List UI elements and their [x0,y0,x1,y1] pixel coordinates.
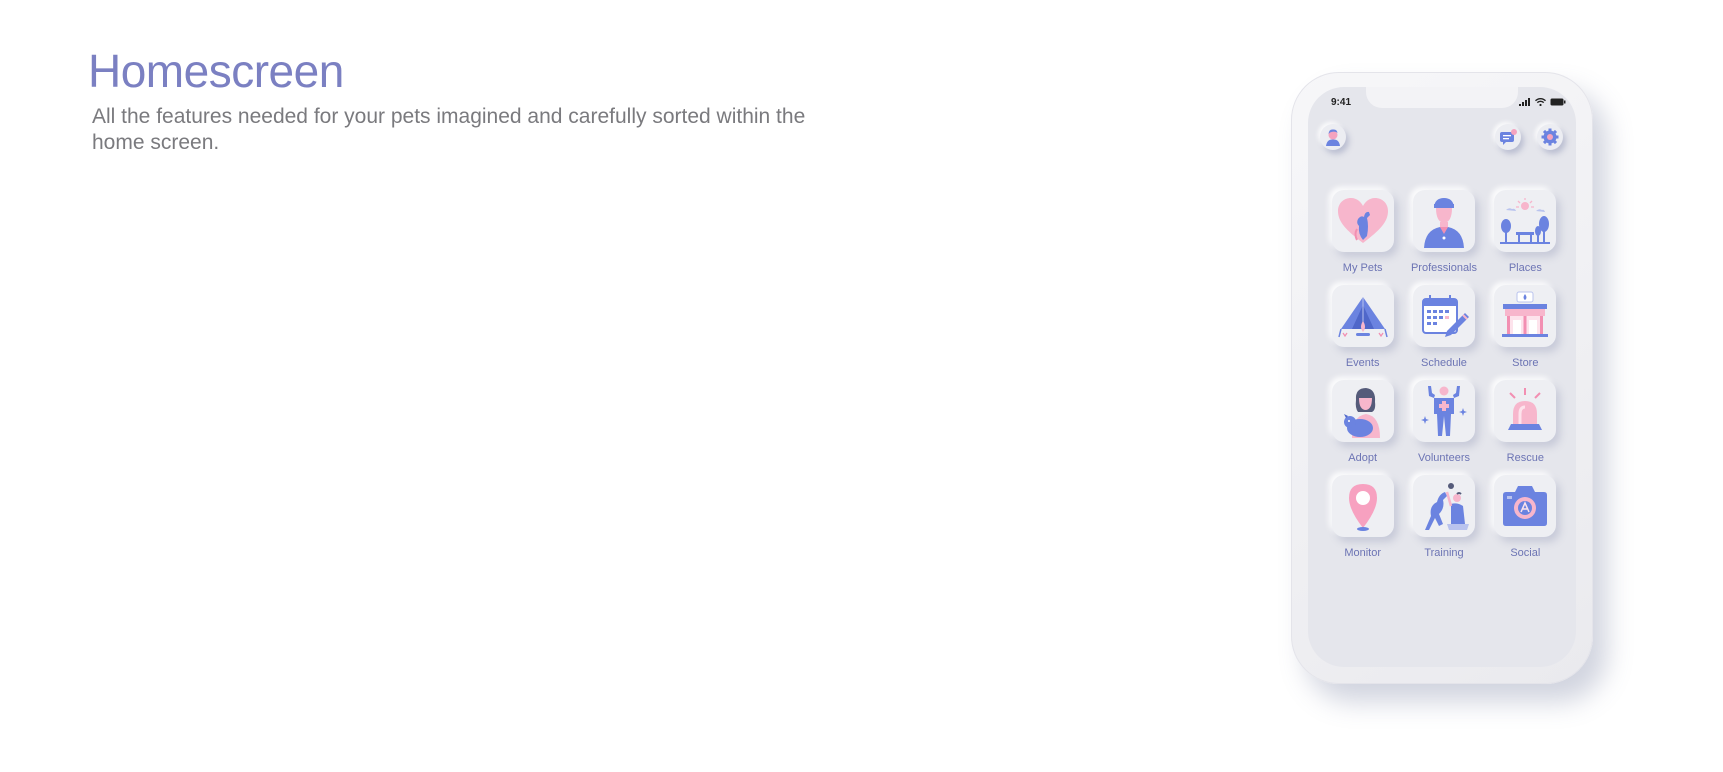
tile-icon-box [1331,285,1394,347]
tile-icon-box [1331,380,1394,442]
tile-my-pets[interactable]: My Pets [1322,190,1403,275]
wifi-icon [1535,98,1546,106]
volunteer-person-icon [1420,386,1467,436]
user-avatar-icon [1326,129,1340,146]
camera-icon [1503,486,1548,526]
tile-icon-box [1412,285,1475,347]
tile-label: Training [1424,547,1464,559]
location-pin-icon [1348,484,1377,531]
tile-icon-box [1494,285,1557,347]
tile-label: Schedule [1421,357,1467,369]
tile-label: Social [1510,547,1541,559]
tile-label: Rescue [1506,452,1544,464]
tile-icon-box [1412,380,1475,442]
tile-professionals[interactable]: Professionals [1403,190,1484,275]
tile-icon-box [1494,475,1557,537]
page-subtitle: All the features needed for your pets im… [92,105,806,154]
status-icons [1519,98,1566,106]
veterinarian-icon [1423,198,1464,248]
tile-events[interactable]: Events [1322,285,1403,370]
tile-store[interactable]: Store [1485,285,1566,370]
status-time: 9:41 [1331,97,1352,108]
chat-bubble-icon [1500,129,1517,145]
tile-icon-box [1494,380,1557,442]
tile-icon-box [1494,190,1557,252]
heart-pet-icon [1337,198,1388,243]
storefront-icon [1502,291,1549,337]
tile-label: Volunteers [1418,452,1470,464]
gear-icon [1541,128,1559,146]
siren-icon [1508,388,1543,430]
tile-label: Professionals [1410,262,1478,274]
tile-schedule[interactable]: Schedule [1403,285,1484,370]
calendar-pencil-icon [1421,295,1469,337]
park-icon [1500,198,1551,244]
tile-icon-box [1412,475,1475,537]
tile-label: Places [1508,262,1542,274]
feature-grid: My Pets Professionals Places Events Sche… [1322,190,1566,560]
page-title: Homescreen [88,45,344,97]
tile-label: Events [1345,357,1380,369]
tile-icon-box [1331,190,1394,252]
tile-places[interactable]: Places [1485,190,1566,275]
signal-icon [1519,98,1530,106]
settings-button[interactable] [1537,124,1563,150]
tile-label: Monitor [1344,547,1381,559]
tile-volunteers[interactable]: Volunteers [1403,380,1484,465]
tent-campfire-icon [1337,297,1388,338]
tile-social[interactable]: Social [1485,475,1566,560]
tile-icon-box [1331,475,1394,537]
phone-notch [1366,87,1518,108]
girl-with-dog-icon [1343,388,1380,438]
tile-training[interactable]: Training [1403,475,1484,560]
tile-monitor[interactable]: Monitor [1322,475,1403,560]
battery-icon [1550,98,1566,106]
tile-rescue[interactable]: Rescue [1485,380,1566,465]
tile-label: Store [1512,357,1539,369]
tile-adopt[interactable]: Adopt [1322,380,1403,465]
messages-button[interactable] [1495,124,1521,150]
dog-training-icon [1424,483,1469,530]
phone-mockup: 9:41 My Pets Professionals Places Events… [1291,72,1593,684]
tile-label: Adopt [1348,452,1378,464]
profile-button[interactable] [1320,124,1346,150]
tile-label: My Pets [1342,262,1383,274]
phone-screen: 9:41 My Pets Professionals Places Events… [1308,87,1576,667]
tile-icon-box [1412,190,1475,252]
